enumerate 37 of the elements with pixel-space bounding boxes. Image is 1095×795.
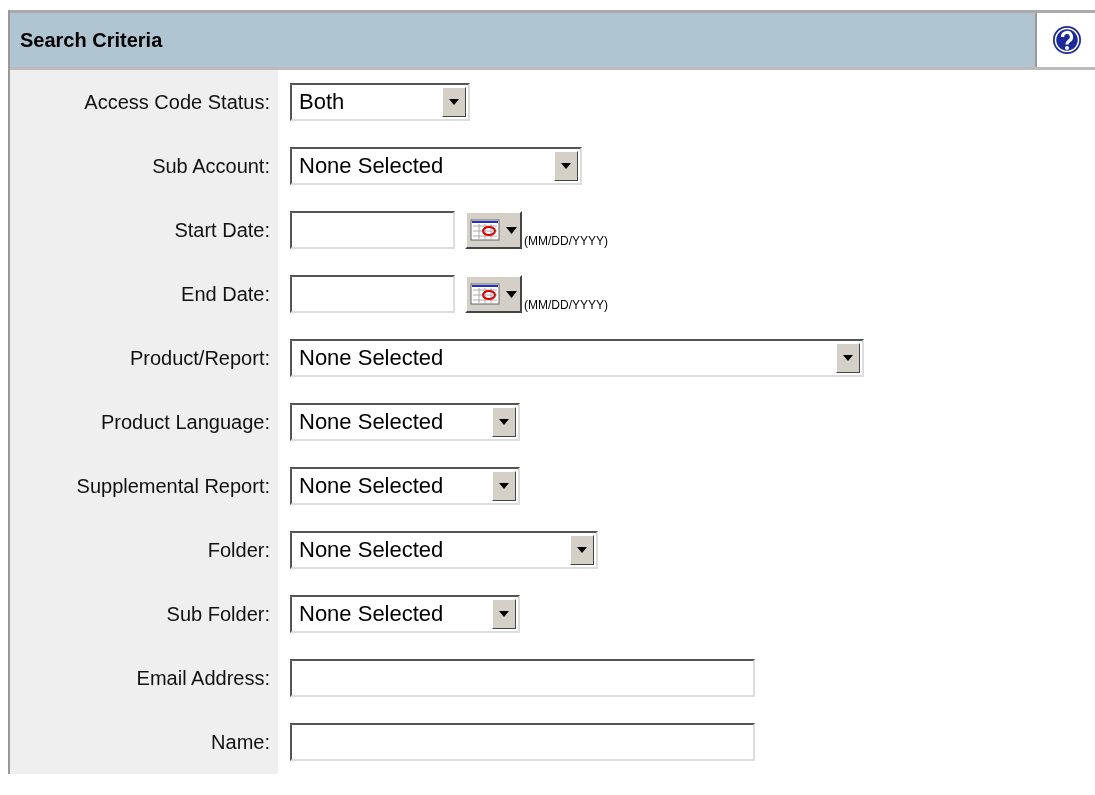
date-field[interactable] xyxy=(290,211,455,249)
field-label: Supplemental Report: xyxy=(76,474,270,498)
caret-icon xyxy=(499,611,509,617)
field-label: End Date: xyxy=(181,282,270,306)
field-label: Product/Report: xyxy=(129,346,270,370)
dropdown[interactable]: None Selected xyxy=(290,339,864,377)
dropdown[interactable]: Both xyxy=(290,83,470,121)
calendar-button[interactable] xyxy=(465,211,522,249)
help-icon[interactable] xyxy=(1052,25,1082,55)
caret-icon xyxy=(577,547,587,553)
panel-title: Search Criteria xyxy=(10,13,1035,67)
caret-icon xyxy=(561,163,571,169)
caret-icon xyxy=(499,483,509,489)
dropdown[interactable]: None Selected xyxy=(290,147,582,185)
field-label: Sub Folder: xyxy=(166,602,270,626)
caret-icon xyxy=(843,355,853,361)
text-field[interactable] xyxy=(290,659,755,697)
dropdown[interactable]: None Selected xyxy=(290,467,520,505)
calendar-button[interactable] xyxy=(465,275,522,313)
date-format-hint: (MM/DD/YYYY) xyxy=(524,298,608,312)
dropdown[interactable]: None Selected xyxy=(290,531,598,569)
date-field[interactable] xyxy=(290,275,455,313)
field-label: Product Language: xyxy=(100,410,270,434)
date-format-hint: (MM/DD/YYYY) xyxy=(524,234,608,248)
text-field[interactable] xyxy=(290,723,755,761)
field-label: Name: xyxy=(211,730,270,754)
caret-icon xyxy=(449,99,459,105)
field-label: Access Code Status: xyxy=(84,90,270,114)
field-label: Folder: xyxy=(207,538,270,562)
caret-icon xyxy=(506,290,517,298)
field-label: Email Address: xyxy=(136,666,270,690)
caret-icon xyxy=(506,226,517,234)
field-label: Sub Account: xyxy=(152,154,270,178)
field-label: Start Date: xyxy=(174,218,270,242)
caret-icon xyxy=(499,419,509,425)
dropdown[interactable]: None Selected xyxy=(290,595,520,633)
dropdown[interactable]: None Selected xyxy=(290,403,520,441)
